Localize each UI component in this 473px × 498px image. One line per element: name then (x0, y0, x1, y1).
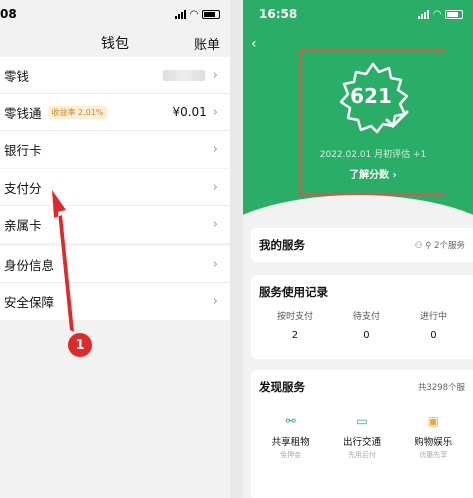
status-bar: 08 ◠ (0, 0, 230, 28)
stat-on-time[interactable]: 按时支付 2 (277, 309, 313, 341)
row-change[interactable]: 零钱 › (0, 57, 230, 94)
chevron-right-icon: › (212, 142, 218, 157)
row-label: 安全保障 (4, 295, 55, 310)
row-label: 支付分 (4, 180, 42, 196)
hidden-balance (162, 69, 205, 81)
stat-label: 待支付 (352, 312, 380, 322)
row-label: 零钱通 (4, 105, 42, 121)
status-time: 08 (0, 7, 17, 21)
chevron-right-icon: › (212, 104, 218, 120)
row-value: ¥0.01 (172, 105, 207, 119)
wallet-group-3: 身份信息 › 安全保障 › (0, 246, 230, 320)
my-services-card[interactable]: 我的服务 ⚇ ⚲ 2个服务 (251, 228, 473, 262)
row-label: 亲属卡 (4, 218, 42, 233)
service-transport[interactable]: ▭ 出行交通 先用后付 (327, 414, 397, 460)
service-sub: 先用后付 (347, 451, 376, 459)
annotation-number-badge: 1 (68, 333, 92, 357)
chevron-right-icon: › (212, 217, 218, 232)
yield-badge: 收益率 2.01% (47, 105, 108, 119)
row-payscore[interactable]: 支付分 › (0, 169, 230, 206)
usage-record-card: 服务使用记录 按时支付 2 待支付 0 进行中 0 (251, 275, 473, 359)
chevron-right-icon: › (212, 67, 218, 83)
people-icon: ⚇ ⚲ (414, 241, 435, 251)
row-bank-card[interactable]: 银行卡 › (0, 131, 230, 168)
wallet-group-2: 支付分 › 亲属卡 › (0, 169, 230, 243)
stat-value: 0 (363, 330, 370, 341)
signal-icon (418, 9, 430, 19)
stat-pending[interactable]: 待支付 0 (353, 309, 380, 341)
share-icon: ⚯ (285, 414, 296, 428)
stat-label: 进行中 (419, 312, 447, 322)
card-title: 服务使用记录 (259, 285, 328, 299)
service-sub: 优惠先享 (419, 451, 448, 459)
shopping-icon: ▣ (427, 414, 439, 428)
nav-bar: 钱包 账单 (0, 30, 230, 56)
service-count: 2个服务 (434, 241, 465, 251)
wifi-icon: ◠ (190, 8, 198, 20)
learn-score-link[interactable]: 了解分数 › (303, 166, 443, 181)
stat-value: 0 (430, 330, 437, 341)
bill-link[interactable]: 账单 (194, 34, 220, 53)
wallet-screen: 08 ◠ 钱包 账单 零钱 › 零钱通 收益率 2.01% ¥0.01 › 银行… (0, 0, 230, 498)
battery-icon (202, 9, 220, 19)
row-label: 身份信息 (4, 257, 55, 273)
card-title: 我的服务 (259, 238, 305, 252)
service-title: 出行交通 (342, 437, 381, 448)
service-share-rent[interactable]: ⚯ 共享租物 免押金 (256, 414, 326, 460)
payscore-screen: 16:58 ◠ ‹ 621 2022.02.01 月初评估 +1 了解分数 › … (243, 0, 473, 498)
row-identity[interactable]: 身份信息 › (0, 246, 230, 283)
service-sub: 免押金 (280, 451, 302, 459)
chevron-right-icon: › (212, 256, 218, 272)
evaluation-text: 2022.02.01 月初评估 +1 (319, 150, 427, 160)
back-icon[interactable]: ‹ (251, 36, 257, 52)
stat-value: 2 (291, 330, 299, 341)
row-security[interactable]: 安全保障 › (0, 283, 230, 320)
service-title: 共享租物 (271, 437, 310, 448)
status-bar: 16:58 ◠ (243, 0, 473, 28)
discover-services-card: 发现服务 共3298个服 ⚯ 共享租物 免押金 ▭ 出行交通 先用后付 ▣ 购物… (251, 370, 473, 498)
wallet-group-1: 零钱 › 零钱通 收益率 2.01% ¥0.01 › 银行卡 › (0, 57, 230, 168)
stat-in-progress[interactable]: 进行中 0 (420, 309, 447, 341)
row-lingqiantong[interactable]: 零钱通 收益率 2.01% ¥0.01 › (0, 94, 230, 131)
chevron-right-icon: › (212, 294, 218, 309)
row-label: 银行卡 (4, 143, 42, 158)
stat-label: 按时支付 (276, 312, 313, 322)
row-family-card[interactable]: 亲属卡 › (0, 206, 230, 243)
status-time: 16:58 (259, 7, 298, 21)
service-title: 购物娱乐 (414, 437, 453, 448)
card-title: 发现服务 (259, 380, 305, 394)
chevron-right-icon: › (212, 179, 218, 195)
page-title: 钱包 (101, 36, 129, 52)
bus-icon: ▭ (356, 414, 368, 428)
payscore-value: 621 (350, 84, 392, 108)
signal-icon (175, 9, 187, 19)
service-total: 共3298个服 (417, 383, 465, 393)
wifi-icon: ◠ (433, 8, 441, 20)
service-shopping[interactable]: ▣ 购物娱乐 优惠先享 (398, 414, 468, 460)
row-label: 零钱 (4, 68, 30, 84)
battery-icon (445, 9, 463, 19)
